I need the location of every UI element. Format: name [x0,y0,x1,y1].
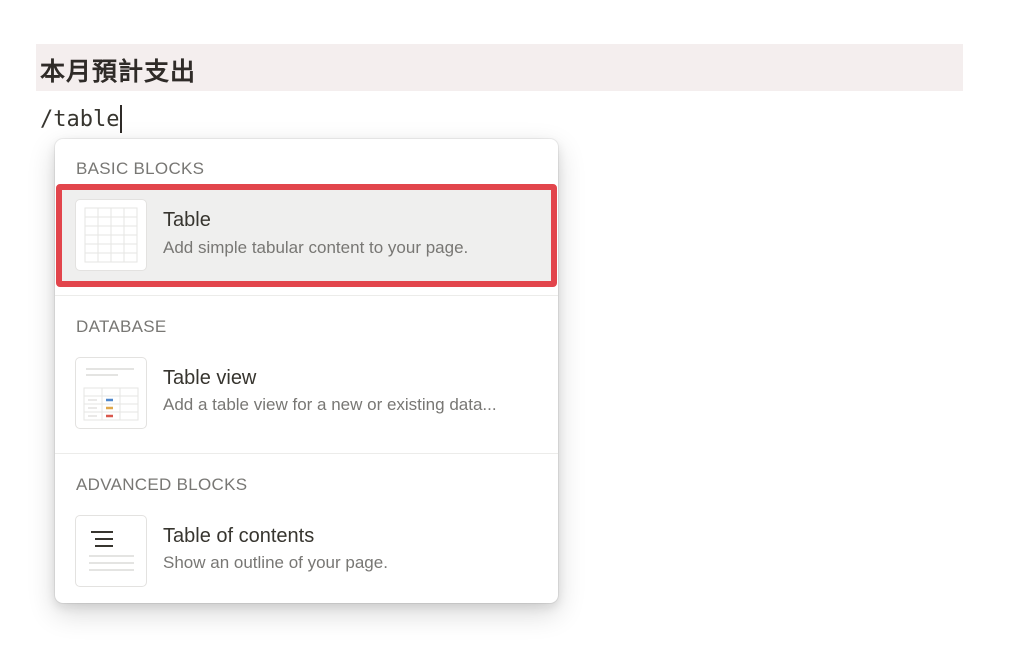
section-label-database: DATABASE [76,317,167,336]
section-label-advanced-blocks: ADVANCED BLOCKS [76,475,248,494]
table-view-icon [75,357,147,429]
menu-item-title: Table [163,209,211,231]
page-heading: 本月預計支出 [40,57,197,86]
menu-item-table-view[interactable]: Table view Add a table view for a new or… [61,343,552,435]
command-input-line[interactable]: /table [40,104,123,134]
section-divider [55,295,558,296]
section-label-basic-blocks: BASIC BLOCKS [76,159,205,178]
menu-item-description: Add simple tabular content to your page. [163,238,469,257]
command-text: /table [40,106,120,132]
table-of-contents-icon [75,515,147,587]
text-caret [120,105,123,133]
menu-item-title: Table of contents [163,525,315,547]
menu-item-title: Table view [163,367,257,389]
menu-item-table[interactable]: Table Add simple tabular content to your… [56,184,557,287]
section-divider [55,453,558,454]
menu-item-description: Add a table view for a new or existing d… [163,395,497,414]
heading-block[interactable]: 本月預計支出 [36,44,963,91]
menu-item-table-of-contents[interactable]: Table of contents Show an outline of you… [61,501,552,593]
menu-item-description: Show an outline of your page. [163,553,388,572]
slash-command-menu: BASIC BLOCKS Table Add simple tabular co… [55,139,558,603]
table-icon [75,199,147,271]
